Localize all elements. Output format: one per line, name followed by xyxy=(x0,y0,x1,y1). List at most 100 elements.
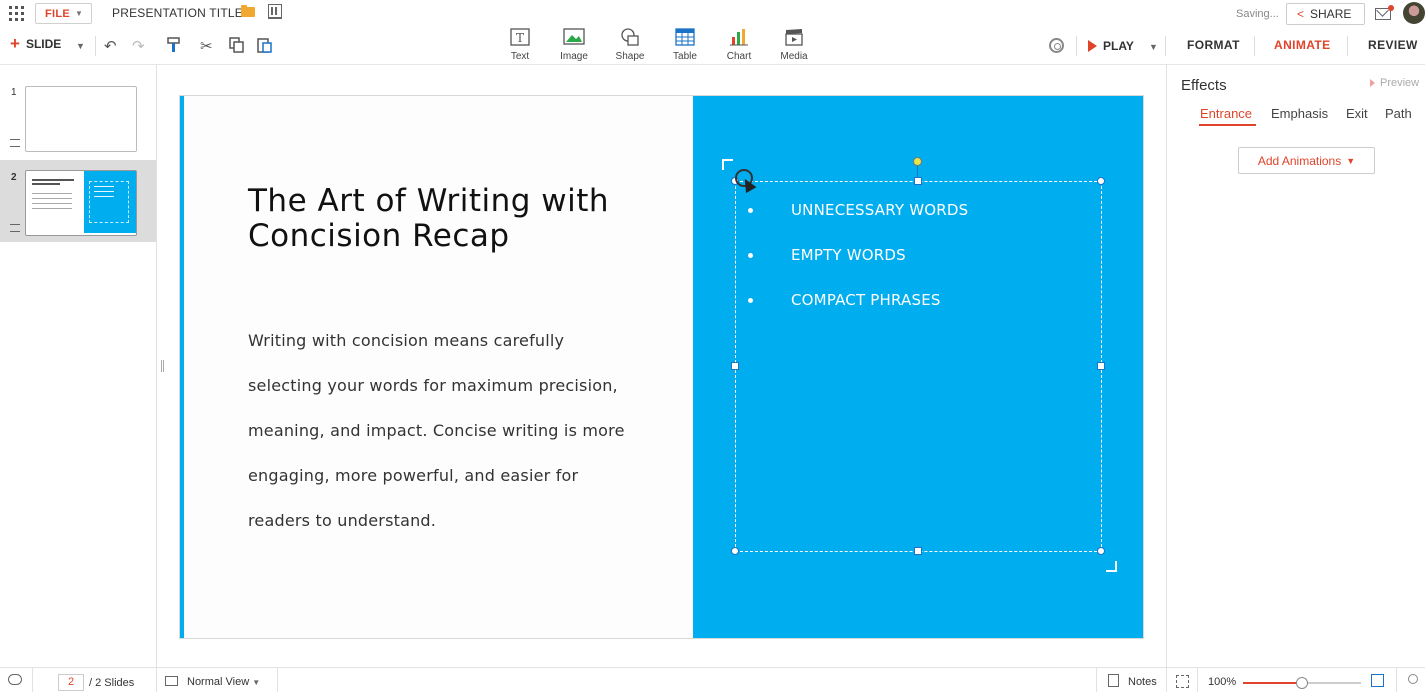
insert-text-button[interactable]: T Text xyxy=(495,28,545,64)
divider xyxy=(32,668,33,692)
preview-label: Preview xyxy=(1380,77,1420,89)
crop-corner-top-left xyxy=(722,159,733,170)
text-box-icon: T xyxy=(510,28,530,46)
slide-preview[interactable] xyxy=(25,86,137,152)
resize-handle-right[interactable] xyxy=(1097,362,1105,370)
preview-button[interactable]: Preview xyxy=(1370,77,1419,89)
insert-chart-button[interactable]: Chart xyxy=(714,28,764,64)
tab-path[interactable]: Path xyxy=(1385,106,1412,121)
fullscreen-icon[interactable] xyxy=(1371,674,1384,687)
zoom-slider-fill xyxy=(1243,682,1302,684)
presentation-title[interactable]: PRESENTATION TITLE xyxy=(112,6,243,20)
resize-handle-top-right[interactable] xyxy=(1097,177,1105,185)
share-icon: < xyxy=(1297,7,1305,21)
avatar[interactable] xyxy=(1403,2,1425,24)
view-mode-dropdown[interactable]: Normal View ▼ xyxy=(187,676,260,688)
gear-icon[interactable] xyxy=(1049,38,1064,53)
slide-layout-chevron-icon[interactable]: ▼ xyxy=(76,41,85,51)
insert-media-label: Media xyxy=(780,51,808,62)
active-tab-indicator xyxy=(1199,124,1256,126)
folder-icon[interactable] xyxy=(241,5,255,17)
copy-icon[interactable] xyxy=(229,37,244,57)
app-grid-icon[interactable] xyxy=(9,6,24,21)
slide-title[interactable]: The Art of Writing with Concision Recap xyxy=(248,184,678,254)
slide-number: 2 xyxy=(11,172,17,183)
notes-icon[interactable] xyxy=(1108,674,1119,687)
panel-resize-handle[interactable] xyxy=(161,360,164,372)
slide-number: 1 xyxy=(11,87,17,98)
tab-entrance[interactable]: Entrance xyxy=(1200,106,1252,121)
undo-icon[interactable]: ↶ xyxy=(104,37,117,55)
media-icon xyxy=(785,29,803,46)
slide-body-text[interactable]: Writing with concision means carefully s… xyxy=(248,318,628,543)
cut-icon[interactable]: ✂ xyxy=(200,37,213,55)
slide-thumbnail-1[interactable]: 1 xyxy=(0,65,156,152)
add-animations-label: Add Animations xyxy=(1257,153,1342,168)
resize-handle-top[interactable] xyxy=(914,177,922,185)
divider xyxy=(1076,36,1077,56)
divider xyxy=(1166,668,1167,692)
tab-animate[interactable]: ANIMATE xyxy=(1274,38,1331,52)
chevron-down-icon: ▼ xyxy=(1346,155,1356,166)
play-icon xyxy=(1088,40,1097,52)
resize-handle-bottom-left[interactable] xyxy=(731,547,739,555)
slide-preview[interactable] xyxy=(25,170,137,236)
slide-canvas[interactable]: The Art of Writing with Concision Recap … xyxy=(179,95,1144,639)
divider xyxy=(1165,36,1166,56)
chat-icon[interactable] xyxy=(8,674,22,685)
slide-blue-panel: UNNECESSARY WORDS EMPTY WORDS COMPACT PH… xyxy=(693,96,1143,638)
view-mode-label: Normal View xyxy=(187,676,250,688)
play-button[interactable]: PLAY xyxy=(1088,39,1134,53)
resize-handle-left[interactable] xyxy=(731,362,739,370)
tab-exit[interactable]: Exit xyxy=(1346,106,1368,121)
bullet-item[interactable]: UNNECESSARY WORDS xyxy=(748,201,968,246)
paste-icon[interactable] xyxy=(257,37,272,57)
insert-table-button[interactable]: Table xyxy=(660,28,710,64)
feedback-mail-icon[interactable] xyxy=(1375,5,1394,20)
chart-icon xyxy=(730,29,748,46)
share-label: SHARE xyxy=(1310,7,1352,21)
zoom-slider-thumb[interactable] xyxy=(1296,677,1308,689)
tab-emphasis[interactable]: Emphasis xyxy=(1271,106,1328,121)
slide-label: SLIDE xyxy=(25,37,62,51)
divider xyxy=(156,668,157,692)
divider xyxy=(277,668,278,692)
add-animations-button[interactable]: Add Animations ▼ xyxy=(1238,147,1375,174)
chevron-down-icon: ▼ xyxy=(252,678,261,687)
play-icon xyxy=(1370,79,1375,87)
bullet-item[interactable]: COMPACT PHRASES xyxy=(748,291,968,336)
resize-handle-bottom-right[interactable] xyxy=(1097,547,1105,555)
slide-thumbnail-2[interactable]: 2 xyxy=(0,160,156,242)
insert-shape-button[interactable]: Shape xyxy=(605,28,655,64)
effects-title: Effects xyxy=(1181,77,1227,94)
redo-icon[interactable]: ↷ xyxy=(132,37,145,55)
organization-icon[interactable] xyxy=(268,4,282,19)
status-bar: 2 / 2 Slides Normal View ▼ Notes 100% xyxy=(0,667,1425,692)
selected-text-box[interactable]: UNNECESSARY WORDS EMPTY WORDS COMPACT PH… xyxy=(735,181,1102,552)
fit-to-screen-icon[interactable] xyxy=(1176,675,1189,688)
collaborator-icon[interactable] xyxy=(1408,674,1418,684)
insert-text-label: Text xyxy=(510,51,530,62)
tab-format[interactable]: FORMAT xyxy=(1187,38,1240,52)
tab-review[interactable]: REVIEW xyxy=(1368,38,1418,52)
insert-media-button[interactable]: Media xyxy=(769,28,819,64)
resize-handle-bottom[interactable] xyxy=(914,547,922,555)
notes-button[interactable]: Notes xyxy=(1128,676,1157,688)
insert-chart-label: Chart xyxy=(726,51,752,62)
zoom-level[interactable]: 100% xyxy=(1208,676,1236,688)
format-painter-icon[interactable] xyxy=(167,37,181,57)
insert-image-button[interactable]: Image xyxy=(549,28,599,64)
new-slide-button[interactable]: + SLIDE xyxy=(10,35,62,52)
svg-text:T: T xyxy=(516,31,524,45)
file-menu-button[interactable]: FILE ▼ xyxy=(35,3,92,24)
rotate-handle[interactable] xyxy=(913,157,922,166)
page-number-input[interactable]: 2 xyxy=(58,674,84,691)
bullet-item[interactable]: EMPTY WORDS xyxy=(748,246,968,291)
page-total: / 2 Slides xyxy=(89,677,135,689)
play-options-chevron-icon[interactable]: ▼ xyxy=(1149,42,1158,52)
share-button[interactable]: < SHARE xyxy=(1286,3,1365,25)
zoom-slider[interactable] xyxy=(1243,677,1361,689)
chevron-down-icon: ▼ xyxy=(75,9,84,18)
divider xyxy=(1347,36,1348,56)
bullet-list[interactable]: UNNECESSARY WORDS EMPTY WORDS COMPACT PH… xyxy=(748,201,968,336)
